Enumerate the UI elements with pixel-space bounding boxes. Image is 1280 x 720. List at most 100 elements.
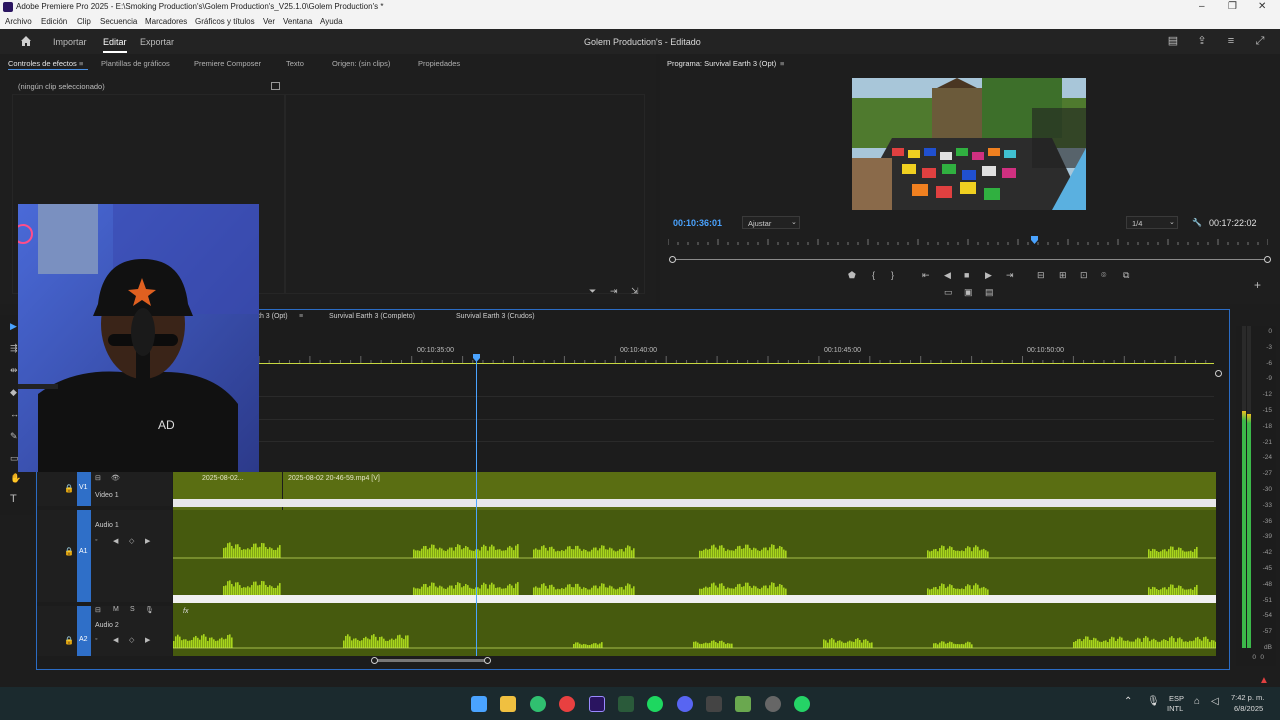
- audio-track-a2[interactable]: fx: [173, 606, 1217, 656]
- volume-tray-icon[interactable]: ◁: [1211, 696, 1219, 707]
- mic-icon[interactable]: 🎙: [145, 606, 154, 614]
- whatsapp-icon[interactable]: [794, 696, 810, 712]
- minimize-icon[interactable]: –: [1199, 1, 1205, 12]
- fullscreen-icon[interactable]: ⤢: [1254, 35, 1266, 47]
- tab-origen[interactable]: Origen: (sin clips): [332, 59, 390, 68]
- menu-ver[interactable]: Ver: [263, 17, 275, 26]
- filter-icon[interactable]: ⏷: [589, 286, 596, 297]
- eye-icon[interactable]: 👁: [111, 474, 120, 482]
- share-icon[interactable]: ⇪: [1196, 35, 1208, 47]
- mark-out-icon[interactable]: }: [891, 270, 894, 280]
- next-keyframe-icon[interactable]: ▶: [145, 636, 150, 644]
- add-keyframe-icon[interactable]: ◇: [129, 636, 134, 644]
- network-icon[interactable]: ⌂: [1194, 696, 1200, 707]
- tab-editar[interactable]: Editar: [103, 37, 127, 47]
- step-forward-icon[interactable]: ▶: [985, 270, 992, 281]
- timeline-tab-completo[interactable]: Survival Earth 3 (Completo): [329, 313, 415, 320]
- lang-label[interactable]: ESP: [1169, 694, 1184, 703]
- lock-icon[interactable]: 🔒: [64, 636, 74, 645]
- volume-icon[interactable]: ◦: [95, 636, 97, 643]
- workspaces-icon[interactable]: ▤: [1167, 35, 1179, 47]
- ripple-edit-icon[interactable]: ⇹: [10, 365, 18, 376]
- zoom-handle-left[interactable]: [371, 657, 378, 664]
- scroll-handle-right[interactable]: [1264, 256, 1271, 263]
- tab-propiedades[interactable]: Propiedades: [418, 59, 460, 68]
- go-to-out-icon[interactable]: ⇥: [1006, 270, 1014, 281]
- video-track-v1[interactable]: 2025-08-02... 2025-08-02 20-46-59.mp4 [V…: [173, 472, 1216, 510]
- track-target-a1[interactable]: A1: [77, 510, 91, 602]
- zoom-handle-right[interactable]: [484, 657, 491, 664]
- meter-solo-right[interactable]: 0: [1260, 654, 1264, 661]
- menu-icon[interactable]: ≡: [1225, 35, 1237, 47]
- tab-plantillas[interactable]: Plantillas de gráficos: [101, 59, 170, 68]
- lift-icon[interactable]: ⊟: [1037, 270, 1045, 281]
- windows-start-icon[interactable]: [471, 696, 487, 712]
- menu-archivo[interactable]: Archivo: [5, 17, 32, 26]
- audio-track-a1[interactable]: [173, 510, 1216, 606]
- next-keyframe-icon[interactable]: ▶: [145, 537, 150, 545]
- scroll-handle-left[interactable]: [669, 256, 676, 263]
- discord-icon[interactable]: [677, 696, 693, 712]
- maximize-icon[interactable]: ❐: [1228, 1, 1237, 12]
- vr-icon[interactable]: ▤: [985, 287, 994, 298]
- program-menu-icon[interactable]: ≡: [780, 59, 784, 68]
- wrench-icon[interactable]: 🔧: [1192, 218, 1202, 227]
- tab-menu-icon[interactable]: ≡: [79, 59, 83, 68]
- lock-icon[interactable]: 🔒: [64, 484, 74, 493]
- mute-icon[interactable]: M: [113, 606, 119, 613]
- safe-margins-icon[interactable]: ▭: [944, 287, 953, 298]
- vscroll-handle[interactable]: [1215, 370, 1222, 377]
- play-only-icon[interactable]: ⇥: [610, 286, 618, 297]
- prev-keyframe-icon[interactable]: ◀: [113, 636, 118, 644]
- work-area-bar[interactable]: [259, 363, 1214, 364]
- mic-tray-icon[interactable]: 🎙: [1147, 696, 1160, 707]
- tab-importar[interactable]: Importar: [53, 37, 87, 47]
- menu-edicion[interactable]: Edición: [41, 17, 67, 26]
- warning-icon[interactable]: ▲: [1259, 675, 1269, 686]
- add-keyframe-icon[interactable]: ◇: [129, 537, 134, 545]
- comparison-icon[interactable]: ⊡: [1080, 270, 1088, 281]
- menu-marcadores[interactable]: Marcadores: [145, 17, 187, 26]
- resolution-dropdown[interactable]: 1/4 ⌄: [1126, 216, 1178, 229]
- timeline-zoom-bar[interactable]: [376, 659, 488, 662]
- type-tool-icon[interactable]: T: [10, 493, 17, 505]
- camera-icon[interactable]: ⌾: [1101, 270, 1106, 281]
- browser-icon[interactable]: [530, 696, 546, 712]
- track-target-v1[interactable]: V1: [77, 472, 91, 506]
- timeline-tab-crudos[interactable]: Survival Earth 3 (Crudos): [456, 313, 535, 320]
- home-icon[interactable]: [20, 35, 32, 47]
- menu-ayuda[interactable]: Ayuda: [320, 17, 343, 26]
- file-explorer-icon[interactable]: [500, 696, 516, 712]
- minecraft-icon[interactable]: [735, 696, 751, 712]
- fit-dropdown[interactable]: Ajustar ⌄: [742, 216, 800, 229]
- export-frame-icon[interactable]: ⧉: [1123, 270, 1129, 281]
- pen-icon[interactable]: ✎: [10, 431, 18, 442]
- chrome-icon[interactable]: [559, 696, 575, 712]
- spotify-icon[interactable]: [647, 696, 663, 712]
- game-icon[interactable]: [618, 696, 634, 712]
- hand-icon[interactable]: ✋: [10, 473, 21, 484]
- timeline-tab-menu-icon[interactable]: ≡: [299, 313, 303, 320]
- selection-tool-icon[interactable]: ▶: [10, 321, 17, 332]
- sync-lock-icon[interactable]: ⊟: [95, 606, 101, 614]
- tab-controles-efectos[interactable]: Controles de efectos: [8, 59, 77, 68]
- volume-icon[interactable]: ◦: [95, 537, 97, 544]
- add-button-icon[interactable]: +: [1254, 278, 1261, 292]
- tab-exportar[interactable]: Exportar: [140, 37, 174, 47]
- premiere-taskbar-icon[interactable]: [589, 696, 605, 712]
- timeline-tab-opt[interactable]: th 3 (Opt): [258, 313, 288, 320]
- tab-premiere-composer[interactable]: Premiere Composer: [194, 59, 261, 68]
- program-timecode[interactable]: 00:10:36:01: [673, 218, 722, 228]
- menu-ventana[interactable]: Ventana: [283, 17, 312, 26]
- step-back-icon[interactable]: ◀: [944, 270, 951, 281]
- menu-secuencia[interactable]: Secuencia: [100, 17, 137, 26]
- menu-graficos[interactable]: Gráficos y títulos: [195, 17, 255, 26]
- extract-icon[interactable]: ⊞: [1059, 270, 1067, 281]
- timeline-playhead[interactable]: [476, 354, 477, 656]
- xbox-icon[interactable]: [706, 696, 722, 712]
- clock-time[interactable]: 7:42 p. m.: [1231, 693, 1264, 702]
- prev-keyframe-icon[interactable]: ◀: [113, 537, 118, 545]
- program-ruler[interactable]: [667, 238, 1269, 245]
- program-scrollbar[interactable]: [672, 259, 1268, 260]
- marker-icon[interactable]: ⬟: [848, 270, 856, 281]
